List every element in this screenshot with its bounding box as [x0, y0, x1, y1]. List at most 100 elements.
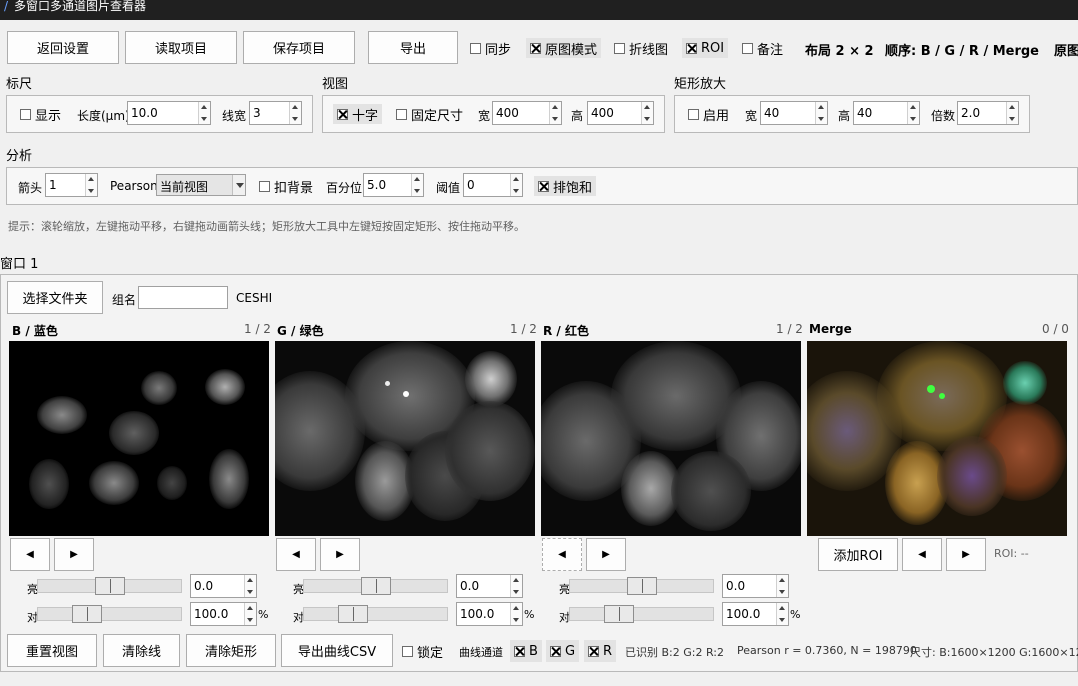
subtract-bg-box[interactable] — [259, 180, 270, 192]
scale-show-box[interactable] — [20, 108, 31, 120]
spin-arrows[interactable] — [776, 575, 788, 597]
note-checkbox[interactable]: 备注 — [742, 38, 783, 58]
panel-r-brightness-slider[interactable] — [569, 577, 714, 595]
slider-track[interactable] — [37, 607, 182, 621]
exclude-sat-box[interactable] — [538, 180, 549, 192]
panel-merge-prev-button[interactable]: ◀ — [902, 538, 942, 571]
view-fixed-size-checkbox[interactable]: 固定尺寸 — [396, 105, 463, 124]
panel-b-contrast-slider[interactable] — [37, 605, 182, 623]
note-box[interactable] — [742, 42, 753, 54]
slider-thumb[interactable] — [604, 605, 634, 623]
curve-ch-g-box[interactable] — [550, 645, 561, 657]
view-height-spinbox[interactable]: 400 — [587, 101, 654, 125]
reset-view-button[interactable]: 重置视图 — [7, 634, 97, 667]
view-width-spinbox[interactable]: 400 — [492, 101, 562, 125]
original-mode-box[interactable] — [530, 42, 541, 54]
original-mode-checkbox[interactable]: 原图模式 — [526, 38, 602, 58]
scale-show-checkbox[interactable]: 显示 — [20, 105, 61, 124]
add-roi-button[interactable]: 添加ROI — [818, 538, 898, 571]
threshold-spinbox[interactable]: 0 — [463, 173, 523, 197]
scale-linewidth-spinbox[interactable]: 3 — [249, 101, 302, 125]
slider-track[interactable] — [303, 607, 448, 621]
spin-arrows[interactable] — [776, 603, 788, 625]
panel-b-next-button[interactable]: ▶ — [54, 538, 94, 571]
panel-b-prev-button[interactable]: ◀ — [10, 538, 50, 571]
spin-arrows[interactable] — [510, 603, 522, 625]
line-plot-checkbox[interactable]: 折线图 — [614, 38, 668, 58]
rect-zoom-enable-checkbox[interactable]: 启用 — [688, 105, 729, 124]
select-folder-button[interactable]: 选择文件夹 — [7, 281, 103, 314]
spin-arrows[interactable] — [510, 575, 522, 597]
subtract-bg-checkbox[interactable]: 扣背景 — [259, 177, 313, 196]
curve-ch-b-box[interactable] — [514, 645, 525, 657]
panel-g-contrast-slider[interactable] — [303, 605, 448, 623]
rect-zoom-width-spinbox[interactable]: 40 — [760, 101, 828, 125]
clear-lines-button[interactable]: 清除线 — [103, 634, 180, 667]
slider-thumb[interactable] — [95, 577, 125, 595]
roi-box[interactable] — [686, 42, 697, 54]
spin-arrows[interactable] — [244, 603, 256, 625]
panel-b-contrast-spinbox[interactable]: 100.0 — [190, 602, 257, 626]
spin-arrows[interactable] — [198, 102, 210, 124]
rect-zoom-height-spinbox[interactable]: 40 — [853, 101, 920, 125]
slider-track[interactable] — [569, 607, 714, 621]
lock-checkbox[interactable]: 锁定 — [402, 642, 443, 661]
curve-ch-r-checkbox[interactable]: R — [584, 640, 617, 662]
panel-r-prev-button[interactable]: ◀ — [542, 538, 582, 571]
rect-zoom-factor-spinbox[interactable]: 2.0 — [957, 101, 1019, 125]
spin-arrows[interactable] — [549, 102, 561, 124]
panel-merge-next-button[interactable]: ▶ — [946, 538, 986, 571]
panel-r-brightness-spinbox[interactable]: 0.0 — [722, 574, 789, 598]
image-view-green[interactable] — [275, 341, 535, 536]
back-settings-button[interactable]: 返回设置 — [7, 31, 119, 64]
view-cross-checkbox[interactable]: 十字 — [333, 104, 383, 124]
image-view-merge[interactable] — [807, 341, 1067, 536]
panel-g-brightness-spinbox[interactable]: 0.0 — [456, 574, 523, 598]
image-view-blue[interactable] — [9, 341, 269, 536]
clear-rects-button[interactable]: 清除矩形 — [186, 634, 276, 667]
slider-thumb[interactable] — [338, 605, 368, 623]
spin-arrows[interactable] — [1006, 102, 1018, 124]
sync-checkbox[interactable]: 同步 — [470, 38, 511, 58]
export-csv-button[interactable]: 导出曲线CSV — [281, 634, 393, 667]
read-project-button[interactable]: 读取项目 — [125, 31, 237, 64]
exclude-sat-checkbox[interactable]: 排饱和 — [534, 176, 597, 196]
spin-arrows[interactable] — [411, 174, 423, 196]
curve-ch-g-checkbox[interactable]: G — [546, 640, 580, 662]
sync-box[interactable] — [470, 42, 481, 54]
export-button[interactable]: 导出 — [368, 31, 458, 64]
save-project-button[interactable]: 保存项目 — [243, 31, 355, 64]
pearson-scope-select[interactable]: 当前视图 — [156, 174, 246, 196]
slider-thumb[interactable] — [627, 577, 657, 595]
panel-r-next-button[interactable]: ▶ — [586, 538, 626, 571]
spin-arrows[interactable] — [815, 102, 827, 124]
panel-r-contrast-slider[interactable] — [569, 605, 714, 623]
panel-g-brightness-slider[interactable] — [303, 577, 448, 595]
panel-b-brightness-spinbox[interactable]: 0.0 — [190, 574, 257, 598]
spin-arrows[interactable] — [641, 102, 653, 124]
percentile-spinbox[interactable]: 5.0 — [363, 173, 424, 197]
arrow-spinbox[interactable]: 1 — [45, 173, 98, 197]
rect-zoom-enable-box[interactable] — [688, 108, 699, 120]
curve-ch-r-box[interactable] — [588, 645, 599, 657]
panel-g-prev-button[interactable]: ◀ — [276, 538, 316, 571]
panel-r-contrast-spinbox[interactable]: 100.0 — [722, 602, 789, 626]
slider-thumb[interactable] — [361, 577, 391, 595]
spin-arrows[interactable] — [289, 102, 301, 124]
scale-length-spinbox[interactable]: 10.0 — [127, 101, 211, 125]
view-cross-box[interactable] — [337, 108, 348, 120]
spin-arrows[interactable] — [244, 575, 256, 597]
image-view-red[interactable] — [541, 341, 801, 536]
chevron-down-icon[interactable] — [232, 175, 245, 195]
panel-g-contrast-spinbox[interactable]: 100.0 — [456, 602, 523, 626]
spin-arrows[interactable] — [510, 174, 522, 196]
lock-box[interactable] — [402, 645, 413, 657]
slider-thumb[interactable] — [72, 605, 102, 623]
view-fixed-size-box[interactable] — [396, 108, 407, 120]
roi-checkbox[interactable]: ROI — [682, 38, 729, 58]
panel-g-next-button[interactable]: ▶ — [320, 538, 360, 571]
spin-arrows[interactable] — [907, 102, 919, 124]
panel-b-brightness-slider[interactable] — [37, 577, 182, 595]
line-plot-box[interactable] — [614, 42, 625, 54]
curve-ch-b-checkbox[interactable]: B — [510, 640, 542, 662]
